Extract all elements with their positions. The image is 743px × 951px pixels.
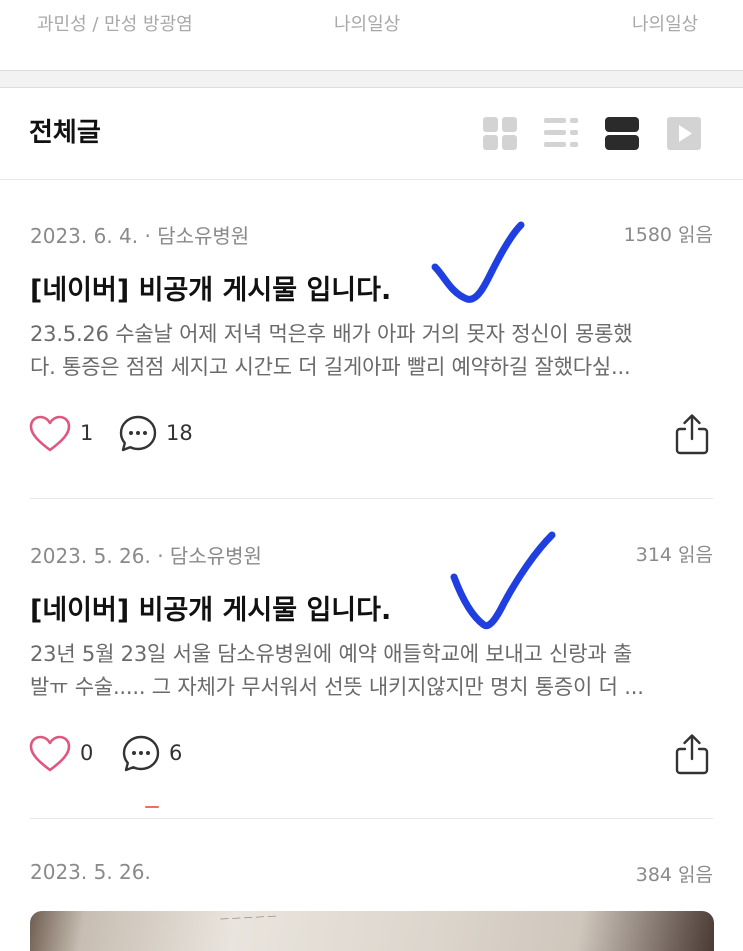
post-meta: 2023. 6. 4. · 담소유병원 xyxy=(30,224,250,248)
share-icon[interactable] xyxy=(672,412,712,456)
post-read-count: 314 읽음 xyxy=(635,544,713,566)
card-view-icon[interactable] xyxy=(604,114,640,152)
post-excerpt[interactable]: 23년 5월 23일 서울 담소유병원에 예약 애들학교에 보내고 신랑과 출 … xyxy=(30,638,716,704)
post-excerpt-line: 23년 5월 23일 서울 담소유병원에 예약 애들학교에 보내고 신랑과 출 xyxy=(30,642,633,666)
post-divider xyxy=(30,818,713,819)
post-read-count: 1580 읽음 xyxy=(623,224,713,246)
grid-view-icon[interactable] xyxy=(482,114,518,152)
video-view-icon[interactable] xyxy=(666,114,702,152)
checkmark-annotation xyxy=(431,221,525,303)
post-meta: 2023. 5. 26. · 담소유병원 xyxy=(30,544,262,568)
post-excerpt-line: 23.5.26 수술날 어제 저녁 먹은후 배가 아파 거의 못자 정신이 몽롱… xyxy=(30,322,633,346)
post-excerpt-line: 다. 통증은 점점 세지고 시간도 더 길게아파 빨리 예약하길 잘했다싶... xyxy=(30,355,631,379)
post-title[interactable]: [네이버] 비공개 게시물 입니다. xyxy=(30,268,391,307)
post-thumbnail-image[interactable]: — — — — — xyxy=(30,911,714,951)
section-separator xyxy=(0,70,743,88)
post-divider xyxy=(30,498,713,499)
comment-count: 6 xyxy=(169,741,183,765)
post-actions: 1 18 xyxy=(0,412,743,456)
checkmark-annotation xyxy=(450,531,556,630)
post-actions: 0 6 xyxy=(0,732,743,776)
list-view-icon[interactable] xyxy=(543,114,579,152)
stray-mark xyxy=(145,806,159,808)
top-category-row: 과민성 / 만성 방광염 나의일상 나의일상 xyxy=(0,0,743,50)
post-excerpt-line: 발ㅠ 수술..... 그 자체가 무서워서 선뜻 내키지않지만 명치 통증이 더… xyxy=(30,675,644,699)
comment-icon[interactable] xyxy=(118,414,158,454)
like-count: 1 xyxy=(80,421,94,445)
post-read-count: 384 읽음 xyxy=(635,864,713,886)
post-meta: 2023. 5. 26. xyxy=(30,860,151,884)
view-mode-switcher xyxy=(0,114,743,152)
top-category-center[interactable]: 나의일상 xyxy=(334,10,400,36)
comment-icon[interactable] xyxy=(121,734,161,774)
comment-count: 18 xyxy=(166,421,193,445)
top-category-left[interactable]: 과민성 / 만성 방광염 xyxy=(37,10,193,36)
post-excerpt[interactable]: 23.5.26 수술날 어제 저녁 먹은후 배가 아파 거의 못자 정신이 몽롱… xyxy=(30,318,716,384)
post-title[interactable]: [네이버] 비공개 게시물 입니다. xyxy=(30,588,391,627)
heart-icon[interactable] xyxy=(28,414,72,454)
header-divider xyxy=(0,179,743,180)
heart-icon[interactable] xyxy=(28,734,72,774)
thumbnail-faint-text: — — — — — xyxy=(219,911,277,925)
like-count: 0 xyxy=(80,741,94,765)
share-icon[interactable] xyxy=(672,732,712,776)
top-category-right[interactable]: 나의일상 xyxy=(632,10,698,36)
